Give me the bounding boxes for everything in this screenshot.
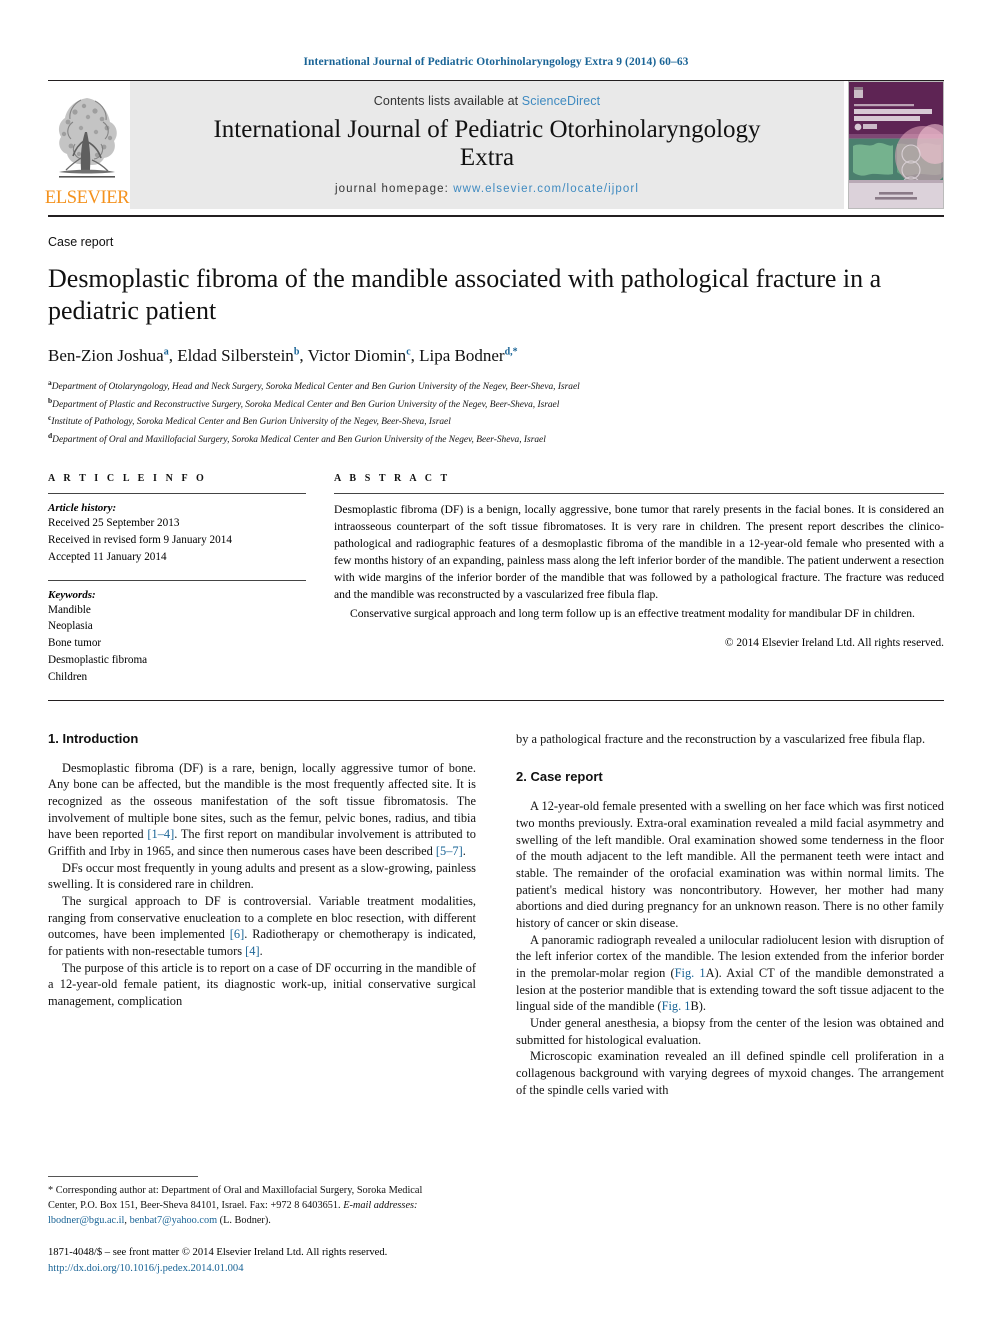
- sciencedirect-link[interactable]: ScienceDirect: [522, 94, 600, 108]
- article-history-label: Article history:: [48, 502, 117, 515]
- homepage-label: journal homepage:: [334, 182, 449, 195]
- keywords-label: Keywords:: [48, 588, 96, 601]
- author-affil-mark[interactable]: d,*: [505, 347, 518, 358]
- running-head: International Journal of Pediatric Otorh…: [303, 56, 689, 68]
- contents-available-line: Contents lists available at ScienceDirec…: [374, 94, 600, 108]
- email-link-primary[interactable]: lbodner@bgu.ac.il: [48, 1215, 124, 1226]
- journal-title-line2: Extra: [459, 144, 515, 171]
- abstract-bottom-rule: [48, 699, 944, 701]
- keyword-item: Desmoplastic fibroma: [48, 653, 148, 666]
- homepage-url-link[interactable]: www.elsevier.com/locate/ijporl: [453, 183, 639, 195]
- affiliation-item: bDepartment of Plastic and Reconstructiv…: [48, 395, 944, 412]
- divider: [48, 579, 306, 581]
- imprint-block: 1871-4048/$ – see front matter © 2014 El…: [48, 1245, 452, 1277]
- citation-link[interactable]: [4]: [245, 944, 259, 958]
- affiliation-text: Department of Oral and Maxillofacial Sur…: [52, 434, 546, 445]
- journal-title: International Journal of Pediatric Otorh…: [213, 116, 760, 173]
- title-block: Case report Desmoplastic fibroma of the …: [48, 217, 944, 447]
- body-paragraph: The purpose of this article is to report…: [48, 960, 476, 1008]
- body-paragraph: Microscopic examination revealed an ill …: [516, 1049, 944, 1097]
- body-left-column: 1. Introduction Desmoplastic fibroma (DF…: [48, 731, 476, 1099]
- article-info-column: A R T I C L E I N F O Article history: R…: [48, 473, 306, 685]
- email-link-secondary[interactable]: benbat7@yahoo.com: [130, 1215, 218, 1226]
- paragraph-text: B).: [690, 999, 706, 1014]
- journal-homepage-line: journal homepage: www.elsevier.com/locat…: [335, 183, 639, 195]
- body-right-column: by a pathological fracture and the recon…: [516, 731, 944, 1099]
- author-name: Lipa Bodner: [419, 346, 505, 366]
- author-name: Ben-Zion Joshua: [48, 346, 164, 366]
- article-history-item: Received 25 September 2013: [48, 517, 180, 530]
- article-history-item: Received in revised form 9 January 2014: [48, 533, 232, 546]
- body-paragraph: Under general anesthesia, a biopsy from …: [516, 1015, 944, 1047]
- author-affil-mark[interactable]: a: [164, 347, 169, 358]
- abstract-paragraph: Desmoplastic fibroma (DF) is a benign, l…: [334, 503, 944, 602]
- divider: [334, 493, 944, 495]
- affiliation-text: Department of Otolaryngology, Head and N…: [51, 382, 580, 393]
- affiliation-text: Institute of Pathology, Soroka Medical C…: [51, 417, 451, 428]
- affiliation-list: aDepartment of Otolaryngology, Head and …: [48, 377, 944, 447]
- affiliation-item: cInstitute of Pathology, Soroka Medical …: [48, 412, 944, 429]
- section-heading-case-report: 2. Case report: [516, 769, 603, 785]
- figure-link[interactable]: Fig. 1: [662, 999, 691, 1013]
- divider: [48, 493, 306, 495]
- journal-cover-thumbnail[interactable]: [848, 81, 944, 209]
- affiliation-item: dDepartment of Oral and Maxillofacial Su…: [48, 430, 944, 447]
- paragraph-text: .: [259, 943, 263, 958]
- body-paragraph: The surgical approach to DF is controver…: [48, 893, 476, 960]
- body-paragraph: DFs occur most frequently in young adult…: [48, 860, 476, 892]
- affiliation-item: aDepartment of Otolaryngology, Head and …: [48, 377, 944, 394]
- author-name: Eldad Silberstein: [177, 346, 294, 366]
- body-paragraph: A panoramic radiograph revealed a uniloc…: [516, 932, 944, 1015]
- page-title: Desmoplastic fibroma of the mandible ass…: [48, 264, 882, 325]
- abstract-paragraph: Conservative surgical approach and long …: [350, 607, 915, 621]
- citation-link[interactable]: [5–7]: [436, 844, 463, 858]
- corresponding-author-note: * Corresponding author at: Department of…: [48, 1184, 452, 1229]
- body-columns: 1. Introduction Desmoplastic fibroma (DF…: [48, 731, 944, 1099]
- affiliation-text: Department of Plastic and Reconstructive…: [52, 399, 560, 410]
- citation-link[interactable]: [1–4]: [147, 827, 174, 841]
- body-paragraph: Desmoplastic fibroma (DF) is a rare, ben…: [48, 760, 476, 860]
- keyword-item: Neoplasia: [48, 620, 93, 633]
- figure-link[interactable]: Fig. 1: [675, 966, 706, 980]
- elsevier-logo: ELSEVIER: [44, 81, 130, 209]
- author-affil-mark[interactable]: c: [406, 347, 410, 358]
- article-history-item: Accepted 11 January 2014: [48, 550, 167, 563]
- author-name: Victor Diomin: [307, 346, 407, 366]
- footnote-area: * Corresponding author at: Department of…: [48, 1176, 452, 1277]
- journal-title-line1: International Journal of Pediatric Otorh…: [213, 115, 761, 143]
- citation-link[interactable]: [6]: [230, 927, 244, 941]
- author-list: Ben-Zion Joshuaa, Eldad Silbersteinb, Vi…: [48, 346, 518, 366]
- abstract-column: A B S T R A C T Desmoplastic fibroma (DF…: [334, 473, 944, 685]
- email-owner: (L. Bodner).: [217, 1215, 271, 1227]
- elsevier-tree-icon: [58, 97, 117, 178]
- article-info-heading: A R T I C L E I N F O: [48, 473, 207, 485]
- issn-copyright-line: 1871-4048/$ – see front matter © 2014 El…: [48, 1247, 388, 1259]
- section-heading-introduction: 1. Introduction: [48, 730, 139, 746]
- masthead-center-panel: Contents lists available at ScienceDirec…: [130, 81, 844, 209]
- body-paragraph: A 12-year-old female presented with a sw…: [516, 799, 944, 930]
- keyword-item: Children: [48, 670, 88, 683]
- copyright-line: © 2014 Elsevier Ireland Ltd. All rights …: [724, 637, 944, 650]
- journal-masthead: ELSEVIER Contents lists available at Sci…: [44, 81, 944, 209]
- cover-artwork: [849, 82, 943, 208]
- email-addresses-label: E-mail addresses:: [343, 1200, 418, 1212]
- footnote-rule: [48, 1176, 198, 1178]
- keyword-item: Mandible: [48, 603, 91, 616]
- contents-prefix: Contents lists available at: [373, 93, 519, 108]
- elsevier-wordmark: ELSEVIER: [44, 187, 130, 208]
- article-page: International Journal of Pediatric Otorh…: [0, 0, 992, 1323]
- info-abstract-row: A R T I C L E I N F O Article history: R…: [48, 473, 944, 685]
- keyword-item: Bone tumor: [48, 637, 102, 650]
- document-type-label: Case report: [48, 235, 114, 249]
- body-paragraph-continued: by a pathological fracture and the recon…: [516, 731, 926, 746]
- paragraph-text: .: [462, 843, 466, 858]
- abstract-heading: A B S T R A C T: [334, 473, 451, 485]
- doi-link[interactable]: http://dx.doi.org/10.1016/j.pedex.2014.0…: [48, 1261, 452, 1277]
- author-affil-mark[interactable]: b: [294, 347, 300, 358]
